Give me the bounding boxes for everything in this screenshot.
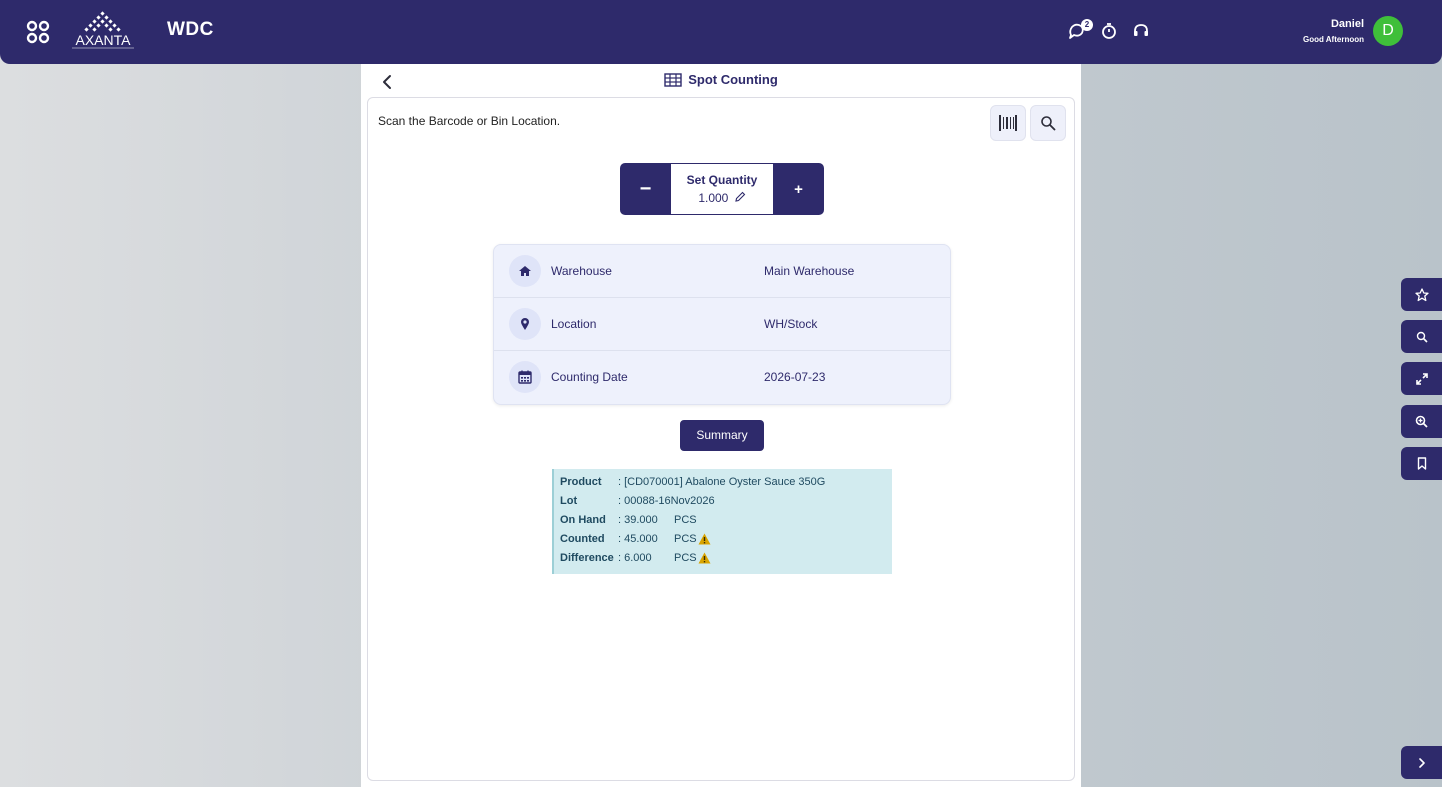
lot-row: Lot : 00088-16Nov2026 <box>560 495 892 514</box>
search-button[interactable] <box>1030 105 1066 141</box>
difference-row: Difference : 6.000 PCS <box>560 552 892 571</box>
page-title: Spot Counting <box>361 72 1081 87</box>
search-icon <box>1416 331 1428 343</box>
counted-key: Counted <box>560 533 605 545</box>
lot-value: : 00088-16Nov2026 <box>618 495 715 507</box>
logo-mark-icon: AXANTA <box>72 11 134 49</box>
on-hand-key: On Hand <box>560 514 606 526</box>
warehouse-grid-icon <box>664 73 682 87</box>
barcode-icon <box>999 115 1017 131</box>
timer-icon[interactable] <box>1099 21 1119 41</box>
spot-counting-panel: Spot Counting Scan the Barcode or Bin Lo… <box>361 64 1081 787</box>
warning-icon <box>698 552 711 564</box>
set-quantity-field[interactable]: Set Quantity 1.000 <box>671 164 773 214</box>
product-value: : [CD070001] Abalone Oyster Sauce 350G <box>618 476 826 488</box>
zoom-in-icon <box>1415 415 1428 428</box>
quantity-stepper: − Set Quantity 1.000 + <box>620 163 824 215</box>
info-value: 2026-07-23 <box>764 370 826 384</box>
bookmark-button[interactable] <box>1401 447 1442 480</box>
counted-row: Counted : 45.000 PCS <box>560 533 892 552</box>
quick-search-button[interactable] <box>1401 320 1442 353</box>
info-value: WH/Stock <box>764 317 818 331</box>
zoom-button[interactable] <box>1401 405 1442 438</box>
map-pin-icon <box>509 308 541 340</box>
counting-info-card: Warehouse Main Warehouse Location WH/Sto… <box>493 244 951 405</box>
headset-icon[interactable] <box>1131 21 1151 41</box>
company-logo[interactable]: AXANTA <box>68 10 138 52</box>
home-icon <box>509 255 541 287</box>
chevron-right-icon <box>1418 757 1425 768</box>
expand-button[interactable] <box>1401 362 1442 395</box>
lot-key: Lot <box>560 495 578 507</box>
favorite-button[interactable] <box>1401 278 1442 311</box>
difference-value: : 6.000 <box>618 552 652 564</box>
increase-quantity-button[interactable]: + <box>773 163 824 215</box>
expand-icon <box>1415 372 1428 385</box>
difference-unit: PCS <box>674 552 697 564</box>
notification-badge: 2 <box>1081 19 1093 31</box>
on-hand-unit: PCS <box>674 514 697 526</box>
svg-text:AXANTA: AXANTA <box>76 32 132 48</box>
decrease-quantity-button[interactable]: − <box>620 163 671 215</box>
user-name[interactable]: Daniel <box>1331 18 1364 30</box>
on-hand-value: : 39.000 <box>618 514 658 526</box>
product-details-box: Product : [CD070001] Abalone Oyster Sauc… <box>552 469 892 574</box>
info-label: Warehouse <box>551 264 612 278</box>
info-label: Counting Date <box>551 370 628 384</box>
summary-button[interactable]: Summary <box>680 420 764 451</box>
counted-value: : 45.000 <box>618 533 658 545</box>
search-icon <box>1041 116 1056 131</box>
scan-prompt: Scan the Barcode or Bin Location. <box>378 114 561 128</box>
difference-key: Difference <box>560 552 614 564</box>
info-row-location: Location WH/Stock <box>494 298 950 351</box>
pencil-icon[interactable] <box>734 191 746 203</box>
apps-icon[interactable] <box>26 20 50 44</box>
top-bar: AXANTA WDC 2 Daniel Good Afternoon D <box>0 0 1442 64</box>
info-value: Main Warehouse <box>764 264 855 278</box>
product-row: Product : [CD070001] Abalone Oyster Sauc… <box>560 476 892 495</box>
user-greeting: Good Afternoon <box>1302 35 1364 44</box>
expand-sidebar-button[interactable] <box>1401 746 1442 779</box>
barcode-scan-button[interactable] <box>990 105 1026 141</box>
quantity-value: 1.000 <box>698 191 729 205</box>
bookmark-icon <box>1417 457 1426 470</box>
star-icon <box>1414 287 1429 301</box>
page-title-text: Spot Counting <box>688 72 778 87</box>
info-row-counting-date: Counting Date 2026-07-23 <box>494 351 950 404</box>
app-title: WDC <box>167 19 214 40</box>
product-key: Product <box>560 476 602 488</box>
info-label: Location <box>551 317 597 331</box>
counted-unit: PCS <box>674 533 697 545</box>
info-row-warehouse: Warehouse Main Warehouse <box>494 245 950 298</box>
calendar-icon <box>509 361 541 393</box>
scan-card: Scan the Barcode or Bin Location. − Set … <box>367 97 1075 781</box>
warning-icon <box>698 533 711 545</box>
set-quantity-label: Set Quantity <box>686 173 758 187</box>
on-hand-row: On Hand : 39.000 PCS <box>560 514 892 533</box>
avatar[interactable]: D <box>1373 16 1403 46</box>
quantity-value-row: 1.000 <box>671 191 773 205</box>
